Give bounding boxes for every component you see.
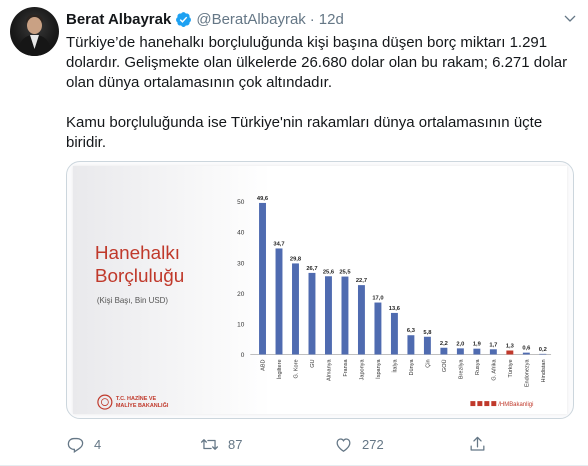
share-icon — [470, 436, 485, 451]
bar-value-label: 17,0 — [372, 296, 383, 302]
bar-value-label: 6,3 — [407, 328, 415, 334]
category-label: Çin — [425, 359, 431, 367]
logo-text-line-2: MALİYE BAKANLIĞI — [116, 401, 169, 409]
bar-value-label: 1,9 — [473, 342, 481, 348]
y-tick-label: 0 — [241, 352, 245, 359]
author-handle[interactable]: @BeratAlbayrak — [196, 11, 305, 28]
heart-icon — [336, 437, 351, 452]
retweet-icon — [200, 438, 219, 450]
bar-value-label: 22,7 — [356, 278, 367, 284]
bar-value-label: 1,3 — [506, 344, 514, 350]
bar — [341, 276, 349, 355]
category-label: Dünya — [409, 359, 415, 376]
category-label: Brezilya — [458, 359, 464, 380]
social-handle: /HMBakanligi — [498, 402, 533, 408]
bar-value-label: 2,2 — [440, 341, 448, 347]
bar — [275, 248, 283, 355]
bar-value-label: 49,6 — [257, 196, 268, 202]
logo-text-line-1: T.C. HAZİNE VE — [116, 395, 157, 402]
retweet-count: 87 — [228, 436, 243, 452]
separator-dot: · — [309, 10, 315, 28]
bar-value-label: 13,6 — [389, 306, 400, 312]
y-tick-label: 10 — [237, 321, 245, 328]
bar-value-label: 29,8 — [290, 256, 302, 262]
bar — [423, 336, 431, 355]
category-label: Japonya — [359, 359, 365, 381]
category-label: Endonezya — [524, 359, 530, 388]
bar-value-label: 25,6 — [323, 269, 334, 275]
author-name[interactable]: Berat Albayrak — [66, 11, 171, 28]
bar — [407, 335, 415, 355]
like-count: 272 — [362, 436, 384, 452]
bar-chart: Hanehalkı Borçluluğu (Kişi Başı, Bin USD… — [73, 166, 567, 414]
tweet-paragraph-1: Türkiye’de hanehalkı borçluluğunda kişi … — [66, 34, 568, 91]
like-button[interactable]: 272 — [334, 432, 384, 456]
bar — [325, 276, 332, 355]
bar — [390, 312, 398, 355]
share-button[interactable] — [468, 432, 487, 456]
chart-title-line-2: Borçluluğu — [95, 266, 184, 287]
bar — [292, 263, 299, 355]
verified-badge-icon — [176, 11, 192, 27]
bar — [473, 348, 481, 355]
bar — [259, 202, 266, 355]
category-label: İtalya — [391, 359, 398, 373]
bar — [506, 350, 514, 355]
y-tick-label: 20 — [237, 291, 245, 298]
timestamp[interactable]: 12d — [319, 11, 344, 28]
bar-value-label: 26,7 — [306, 266, 317, 272]
reply-icon — [67, 437, 84, 453]
category-label: G. Kore — [293, 359, 299, 378]
category-label: İngiltere — [276, 359, 283, 379]
tweet-image[interactable]: Hanehalkı Borçluluğu (Kişi Başı, Bin USD… — [66, 161, 574, 419]
retweet-button[interactable]: 87 — [200, 432, 242, 456]
chart-frame: Hanehalkı Borçluluğu (Kişi Başı, Bin USD… — [73, 166, 567, 414]
tweet-text: Türkiye’de hanehalkı borçluluğunda kişi … — [66, 33, 574, 153]
chevron-down-icon[interactable] — [562, 11, 578, 27]
bar — [522, 352, 530, 355]
bar-value-label: 2,0 — [456, 341, 464, 347]
bar — [374, 302, 382, 355]
bar — [440, 347, 448, 355]
bar-value-label: 0,6 — [522, 346, 530, 352]
chart-title-line-1: Hanehalkı — [95, 243, 180, 264]
category-label: Fransa — [343, 359, 349, 377]
chart-subtitle: (Kişi Başı, Bin USD) — [97, 296, 169, 305]
bar — [357, 285, 365, 355]
category-label: GOÜ — [441, 359, 448, 372]
bar-value-label: 5,8 — [423, 330, 432, 336]
bar — [456, 348, 464, 355]
tweet-paragraph-2: Kamu borçluluğunda ise Türkiye'nin rakam… — [66, 114, 543, 151]
category-label: İspanya — [375, 359, 382, 379]
reply-count: 4 — [94, 436, 102, 452]
avatar[interactable] — [10, 7, 59, 56]
y-tick-label: 30 — [237, 260, 245, 267]
bar — [539, 353, 547, 355]
category-label: ABD — [260, 359, 266, 370]
reply-button[interactable]: 4 — [66, 432, 101, 456]
bar-value-label: 25,5 — [339, 270, 351, 276]
tweet-header: Berat Albayrak @BeratAlbayrak · 12d — [66, 9, 344, 29]
category-label: Hindistan — [541, 359, 547, 382]
tweet-actions: 4 87 272 — [66, 432, 574, 456]
category-label: GU — [310, 359, 316, 367]
category-label: Türkiye — [508, 359, 514, 377]
bar — [489, 349, 497, 355]
y-tick-label: 50 — [237, 199, 245, 206]
bar-value-label: 34,7 — [273, 241, 284, 247]
bar-value-label: 1,7 — [489, 342, 497, 348]
category-label: Almanya — [326, 359, 332, 381]
bar — [308, 272, 316, 355]
y-tick-label: 40 — [237, 230, 245, 237]
category-label: G. Afrika — [491, 359, 497, 381]
category-label: Rusya — [475, 359, 481, 376]
bar-value-label: 0,2 — [539, 347, 547, 353]
tweet-card[interactable]: Berat Albayrak @BeratAlbayrak · 12d Türk… — [0, 0, 588, 466]
